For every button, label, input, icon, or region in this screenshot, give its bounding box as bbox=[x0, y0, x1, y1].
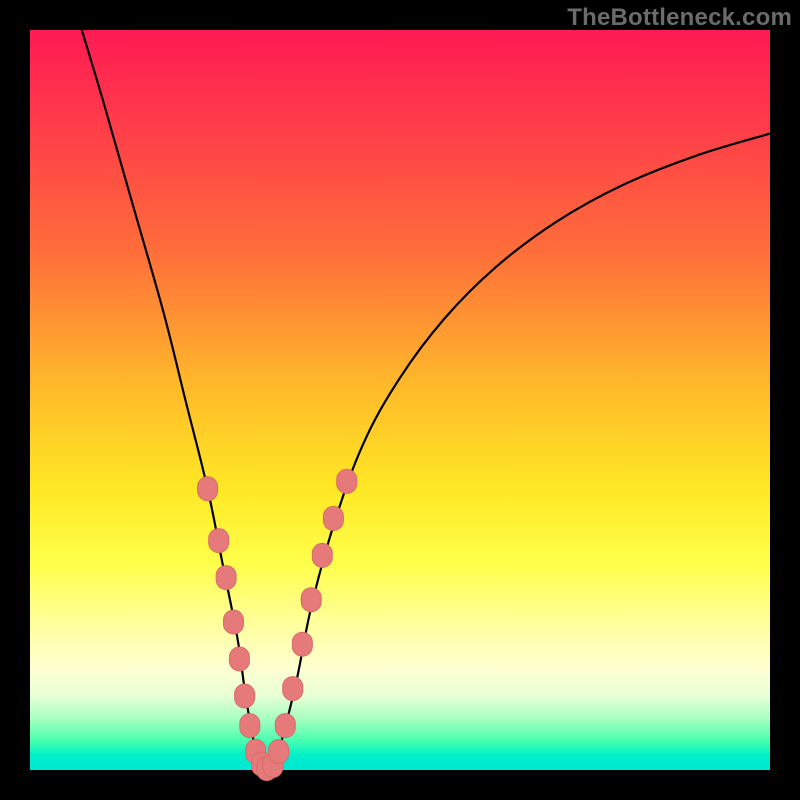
curve-marker bbox=[275, 714, 295, 738]
curve-marker bbox=[301, 588, 321, 612]
curve-marker bbox=[312, 543, 332, 567]
curve-marker bbox=[229, 647, 249, 671]
curve-marker bbox=[323, 506, 343, 530]
curve-marker bbox=[269, 740, 289, 764]
curve-marker bbox=[283, 677, 303, 701]
curve-marker bbox=[216, 566, 236, 590]
curve-marker bbox=[209, 529, 229, 553]
curve-marker bbox=[235, 684, 255, 708]
chart-frame: TheBottleneck.com bbox=[0, 0, 800, 800]
curve-marker bbox=[337, 469, 357, 493]
chart-svg bbox=[30, 30, 770, 770]
curve-marker bbox=[224, 610, 244, 634]
curve-marker bbox=[292, 632, 312, 656]
bottleneck-curve bbox=[82, 30, 770, 770]
watermark-text: TheBottleneck.com bbox=[567, 4, 792, 32]
curve-marker bbox=[198, 477, 218, 501]
curve-marker bbox=[240, 714, 260, 738]
curve-markers bbox=[198, 469, 357, 780]
